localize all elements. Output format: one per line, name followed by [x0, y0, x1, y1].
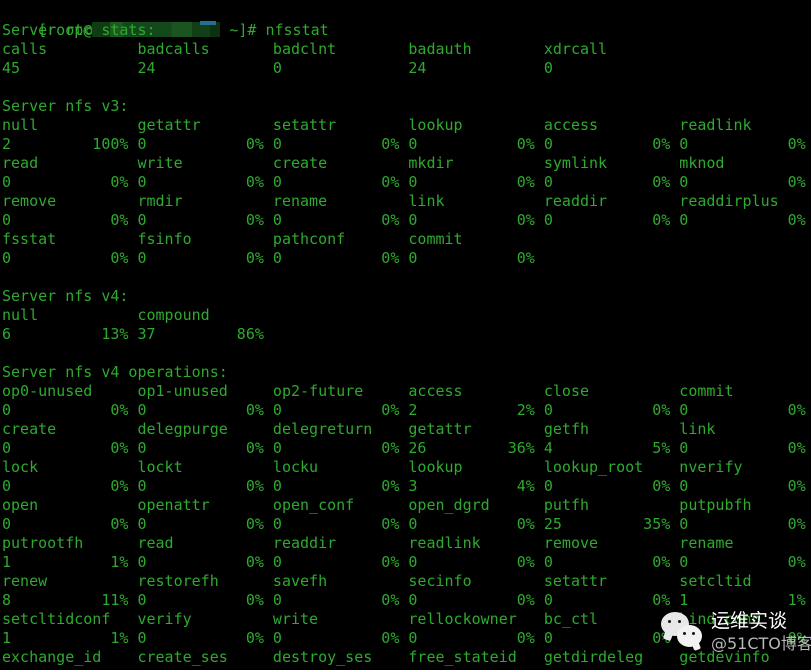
section-heading-server-nfs-v4-operations: Server nfs v4 operations:	[2, 363, 228, 381]
op-name-row: fsstat fsinfo pathconf commit	[2, 230, 463, 248]
op-name-row: putrootfh read readdir readlink remove r…	[2, 534, 734, 552]
section-heading-server-rpc-stats: Server rpc stats:	[2, 21, 156, 39]
op-value-row: 0 0% 0 0% 0 0% 0 0% 0 0% 0 0%	[2, 211, 806, 229]
shell-prompt-line: [root@ ~]# nfsstat	[2, 2, 811, 39]
op-value-row: 1 1% 0 0% 0 0% 0 0% 0 0% 0 0%	[2, 553, 806, 571]
op-value-row: 0 0% 0 0% 0 0% 0 0%	[2, 249, 535, 267]
op-name-row: renew restorefh savefh secinfo setattr s…	[2, 572, 752, 590]
op-name-row: exchange_id create_ses destroy_ses free_…	[2, 648, 770, 666]
op-value-row: 6 13% 37 86%	[2, 325, 264, 343]
op-value-row: 0 0% 0 0% 0 0% 2 2% 0 0% 0 0%	[2, 401, 806, 419]
op-name-row: null getattr setattr lookup access readl…	[2, 116, 752, 134]
op-value-row: 2 100% 0 0% 0 0% 0 0% 0 0% 0 0%	[2, 135, 806, 153]
op-value-row: 1 1% 0 0% 0 0% 0 0% 0 0% 0 0%	[2, 629, 806, 647]
section-heading-server-nfs-v4: Server nfs v4:	[2, 287, 129, 305]
op-name-row: null compound	[2, 306, 210, 324]
op-name-row: open openattr open_conf open_dgrd putfh …	[2, 496, 752, 514]
op-name-row: read write create mkdir symlink mknod	[2, 154, 725, 172]
op-name-row: lock lockt locku lookup lookup_root nver…	[2, 458, 743, 476]
op-value-row: 0 0% 0 0% 0 0% 3 4% 0 0% 0 0%	[2, 477, 806, 495]
op-name-row: op0-unused op1-unused op2-future access …	[2, 382, 734, 400]
op-value-row: 8 11% 0 0% 0 0% 0 0% 0 0% 1 1%	[2, 591, 806, 609]
op-value-row: 0 0% 0 0% 0 0% 0 0% 25 35% 0 0%	[2, 515, 806, 533]
op-value-row: 0 0% 0 0% 0 0% 0 0% 0 0% 0 0%	[2, 173, 806, 191]
op-name-row: create delegpurge delegreturn getattr ge…	[2, 420, 716, 438]
section-heading-server-nfs-v3: Server nfs v3:	[2, 97, 129, 115]
terminal-window[interactable]: [root@ ~]# nfsstat Server rpc stats: call…	[0, 0, 811, 670]
op-value-row: 0 0% 0 0% 0 0% 26 36% 4 5% 0 0%	[2, 439, 806, 457]
column-header-row: calls badcalls badclnt badauth xdrcall	[2, 40, 608, 58]
value-row: 45 24 0 24 0	[2, 59, 553, 77]
op-name-row: setcltidconf verify write rellockowner b…	[2, 610, 761, 628]
nfsstat-output: Server rpc stats: calls badcalls badclnt …	[2, 21, 811, 667]
op-name-row: remove rmdir rename link readdir readdir…	[2, 192, 779, 210]
